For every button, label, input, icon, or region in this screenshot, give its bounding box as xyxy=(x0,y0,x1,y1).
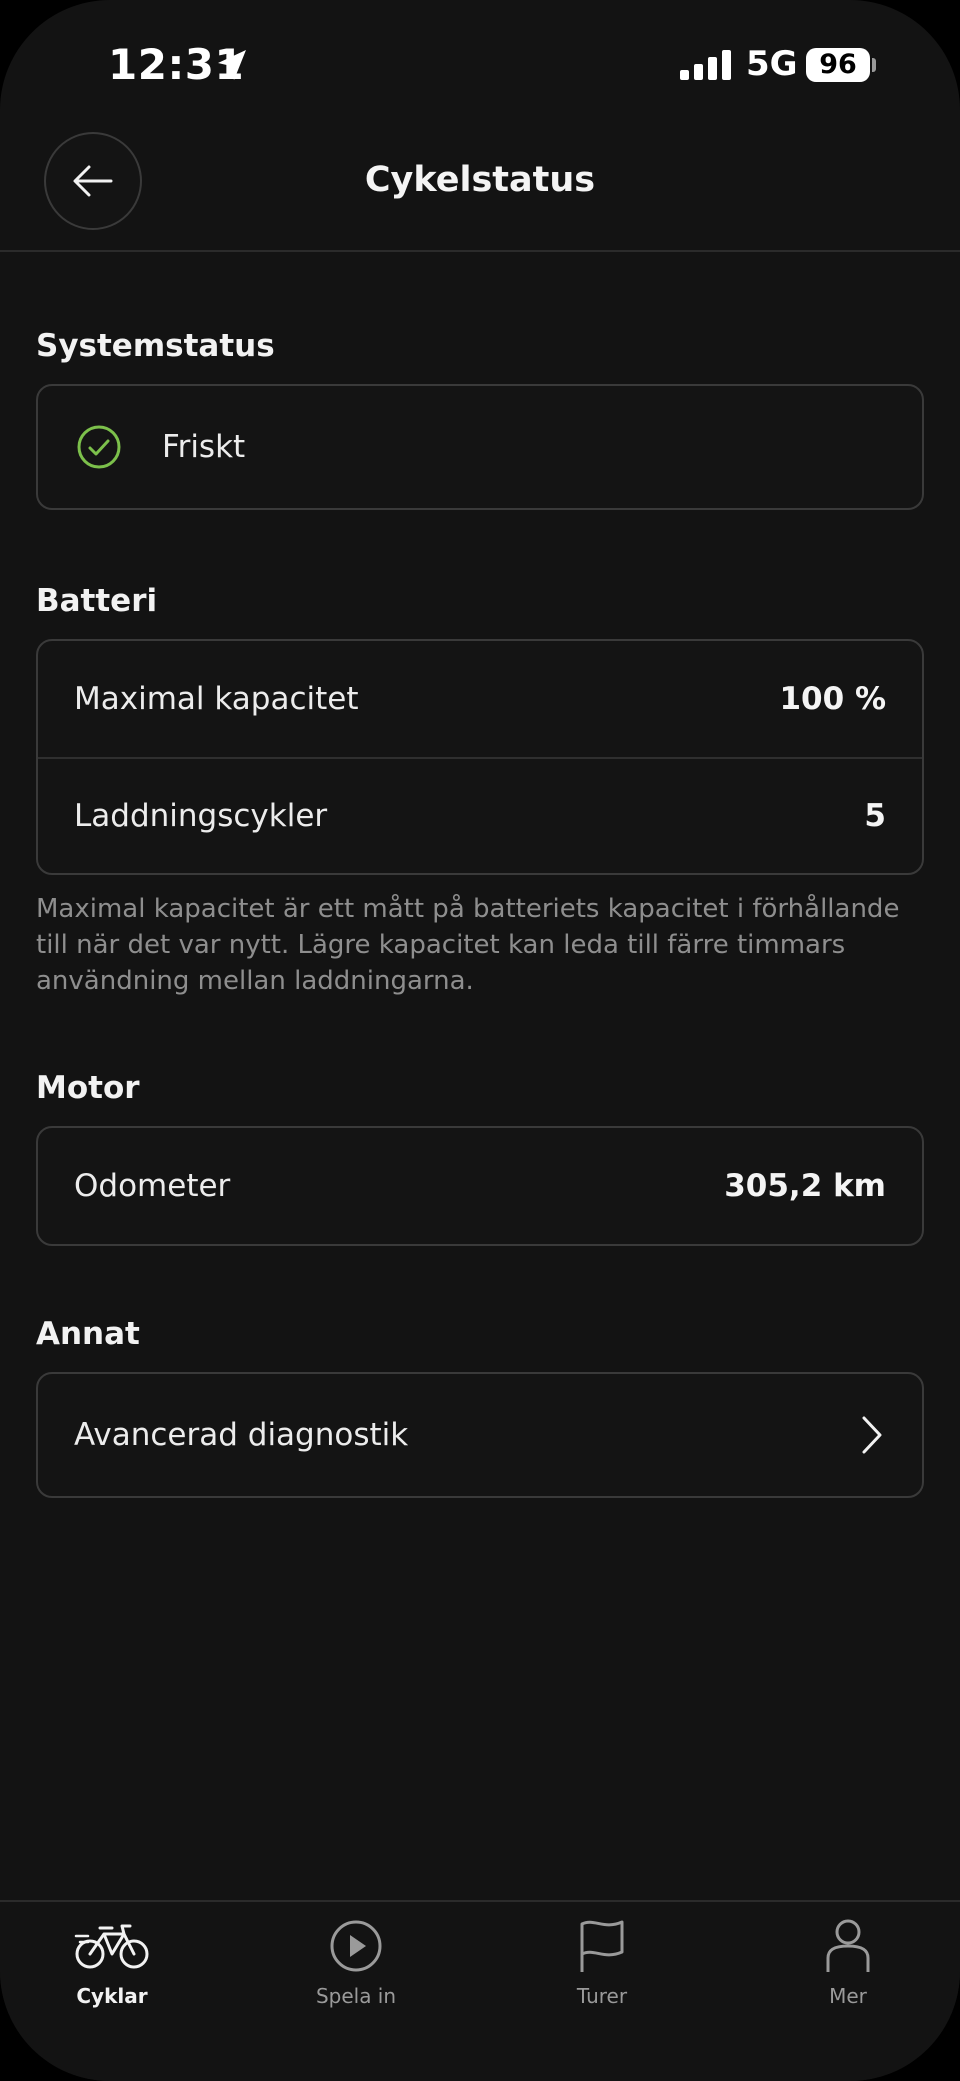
tab-spela-in[interactable]: Spela in xyxy=(266,1918,446,2008)
system-status-card: Friskt xyxy=(36,384,924,510)
other-card: Avancerad diagnostik xyxy=(36,1372,924,1498)
section-label-annat: Annat xyxy=(36,1316,140,1352)
row-label: Avancerad diagnostik xyxy=(74,1417,409,1453)
battery-cycles-row: Laddningscykler 5 xyxy=(38,757,922,873)
advanced-diagnostics-row[interactable]: Avancerad diagnostik xyxy=(38,1374,922,1496)
battery-tip xyxy=(872,58,876,72)
row-value: 5 xyxy=(864,798,886,834)
tab-bar: Cyklar Spela in Turer Mer xyxy=(0,1900,960,2081)
location-arrow-icon xyxy=(218,50,246,80)
check-circle-icon xyxy=(77,425,121,469)
tab-label: Turer xyxy=(576,1984,628,2008)
tab-label: Spela in xyxy=(315,1984,397,2008)
system-status-row: Friskt xyxy=(38,386,922,508)
odometer-row: Odometer 305,2 km xyxy=(38,1128,922,1244)
section-label-batteri: Batteri xyxy=(36,583,158,619)
row-value: 305,2 km xyxy=(724,1168,886,1204)
motor-card: Odometer 305,2 km xyxy=(36,1126,924,1246)
cellular-signal-icon xyxy=(680,50,731,80)
network-type: 5G xyxy=(746,44,798,84)
tab-cyklar[interactable]: Cyklar xyxy=(22,1918,202,2008)
bike-icon xyxy=(74,1924,149,1969)
tab-mer[interactable]: Mer xyxy=(758,1918,938,2008)
battery-note: Maximal kapacitet är ett mått på batteri… xyxy=(36,894,900,996)
battery-card: Maximal kapacitet 100 % Laddningscykler … xyxy=(36,639,924,875)
flag-icon xyxy=(580,1920,624,1972)
row-label: Laddningscykler xyxy=(74,798,328,834)
row-label: Odometer xyxy=(74,1168,231,1204)
status-bar: 12:31 5G 96 xyxy=(0,0,960,130)
play-icon xyxy=(330,1920,382,1972)
tab-label: Cyklar xyxy=(76,1984,148,2008)
section-label-systemstatus: Systemstatus xyxy=(36,328,275,364)
section-label-motor: Motor xyxy=(36,1070,140,1106)
row-value: 100 % xyxy=(779,681,886,717)
battery-level: 96 xyxy=(806,48,870,82)
tab-label: Mer xyxy=(829,1984,867,2008)
battery-capacity-row: Maximal kapacitet 100 % xyxy=(38,641,922,757)
page-title: Cykelstatus xyxy=(364,160,596,200)
tab-turer[interactable]: Turer xyxy=(512,1918,692,2008)
app-screen: 12:31 5G 96 Cykelstatus Systemstatus Fri… xyxy=(0,0,960,2081)
chevron-right-icon xyxy=(862,1416,882,1454)
header: Cykelstatus xyxy=(0,130,960,252)
system-status-text: Friskt xyxy=(162,429,246,465)
row-label: Maximal kapacitet xyxy=(74,681,359,717)
person-icon xyxy=(826,1919,870,1972)
